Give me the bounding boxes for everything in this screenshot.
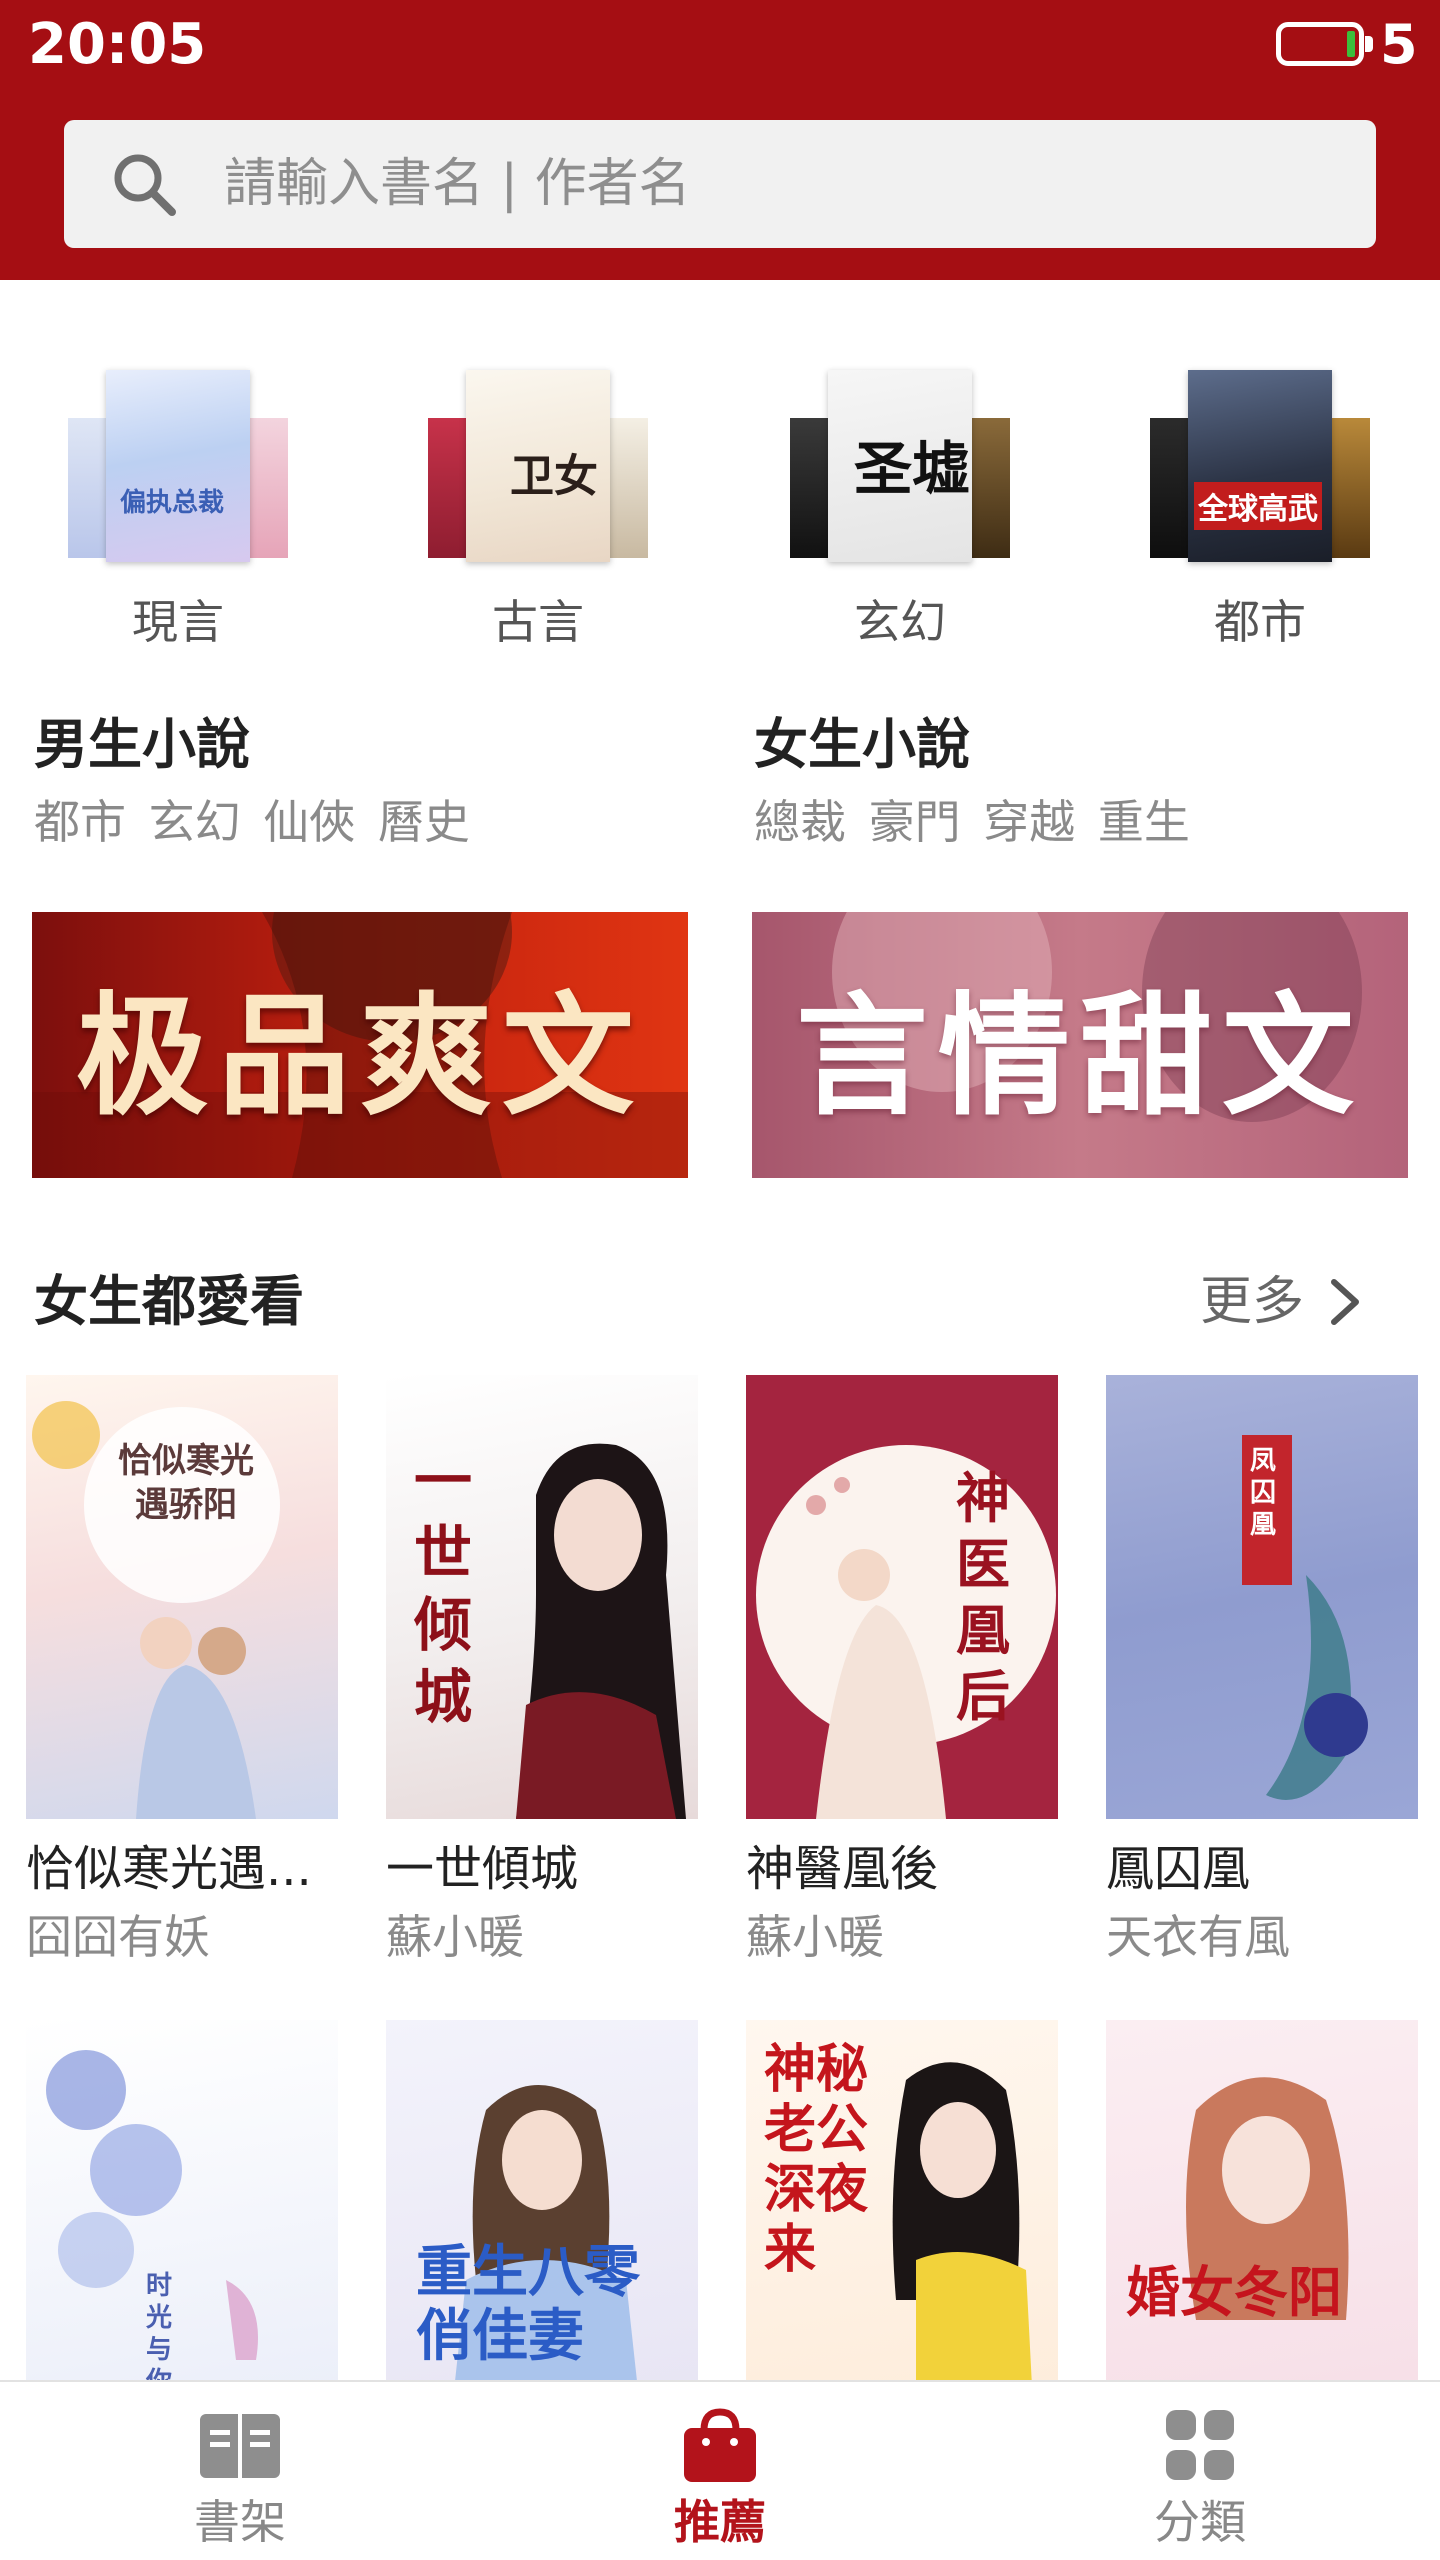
female-novels-section[interactable]: 女生小說 總裁 豪門 穿越 重生 (754, 705, 1414, 857)
search-input[interactable] (224, 120, 1344, 248)
category-xianyan[interactable]: 偏执总裁 現言 (58, 370, 298, 652)
category-dushi[interactable]: 全球高武 都市 (1140, 370, 1380, 652)
status-time: 20:05 (28, 12, 207, 77)
category-label: 古言 (492, 595, 584, 649)
category-covers: 偏执总裁 (68, 370, 288, 570)
book-title: 鳳囚凰 (1106, 1841, 1251, 1897)
banner-text: 言情甜文 (796, 978, 1364, 1134)
book-card[interactable]: 恰似寒光遇骄阳 恰似寒光遇... 囧囧有妖 (26, 1375, 338, 1971)
cover-image: 圣墟 (828, 370, 972, 562)
category-covers: 圣墟 (790, 370, 1010, 570)
banner-romance-fiction[interactable]: 言情甜文 (752, 912, 1408, 1178)
search-icon (114, 154, 176, 216)
category-label: 現言 (132, 595, 224, 649)
book-title: 一世傾城 (386, 1841, 579, 1897)
book-icon (200, 2414, 280, 2478)
book-title: 恰似寒光遇... (26, 1841, 312, 1897)
female-novels-tags: 總裁 豪門 穿越 重生 (754, 795, 1190, 849)
nav-label: 書架 (194, 2495, 286, 2549)
top-header: 20:05 5 (0, 0, 1440, 280)
banner-text: 极品爽文 (76, 978, 644, 1134)
cover-image: 偏执总裁 (106, 370, 250, 562)
book-author: 蘇小暖 (386, 1910, 524, 1964)
male-novels-tags: 都市 玄幻 仙俠 曆史 (34, 795, 470, 849)
category-covers: 卫女 (428, 370, 648, 570)
book-card[interactable]: 凤囚凰 鳳囚凰 天衣有風 (1106, 1375, 1418, 1971)
chevron-right-icon (1331, 1279, 1360, 1325)
shopping-bag-icon (684, 2408, 756, 2482)
bottom-navigation: 書架 推薦 分類 (0, 2380, 1440, 2560)
more-label: 更多 (1200, 1272, 1305, 1332)
female-novels-title: 女生小說 (754, 713, 970, 776)
book-card[interactable]: 神医凰后 神醫凰後 蘇小暖 (746, 1375, 1058, 1971)
book-author: 天衣有風 (1106, 1910, 1290, 1964)
battery-icon (1276, 22, 1373, 66)
book-card[interactable]: 一世倾城 一世傾城 蘇小暖 (386, 1375, 698, 1971)
nav-label: 分類 (1154, 2495, 1246, 2549)
category-label: 都市 (1214, 595, 1306, 649)
nav-label: 推薦 (674, 2495, 766, 2549)
male-novels-section[interactable]: 男生小說 都市 玄幻 仙俠 曆史 (34, 705, 694, 857)
book-author: 蘇小暖 (746, 1910, 884, 1964)
search-bar[interactable] (64, 120, 1376, 248)
category-covers: 全球高武 (1150, 370, 1370, 570)
male-novels-title: 男生小說 (34, 713, 250, 776)
category-xuanhuan[interactable]: 圣墟 玄幻 (780, 370, 1020, 652)
category-label: 玄幻 (854, 595, 946, 649)
section-title: 女生都愛看 (34, 1270, 304, 1333)
banner-premium-fiction[interactable]: 极品爽文 (32, 912, 688, 1178)
book-cover: 凤囚凰 (1106, 1375, 1418, 1819)
category-guyan[interactable]: 卫女 古言 (418, 370, 658, 652)
cover-image: 全球高武 (1188, 370, 1332, 562)
nav-recommend[interactable]: 推薦 (480, 2382, 960, 2560)
book-title: 神醫凰後 (746, 1841, 939, 1897)
nav-bookshelf[interactable]: 書架 (0, 2382, 480, 2560)
grid-icon (1166, 2410, 1234, 2480)
book-author: 囧囧有妖 (26, 1910, 210, 1964)
nav-categories[interactable]: 分類 (960, 2382, 1440, 2560)
book-cover: 一世倾城 (386, 1375, 698, 1819)
more-link[interactable]: 更多 (1200, 1262, 1366, 1342)
book-cover: 神医凰后 (746, 1375, 1058, 1819)
book-cover: 恰似寒光遇骄阳 (26, 1375, 338, 1819)
battery-level: 5 (1380, 13, 1418, 76)
cover-image: 卫女 (466, 370, 610, 562)
